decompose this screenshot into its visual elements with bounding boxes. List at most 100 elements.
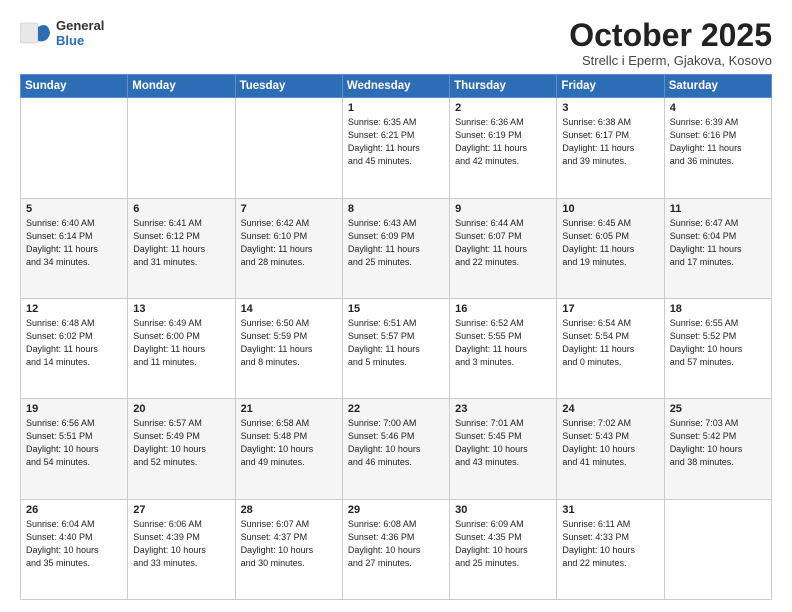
col-sunday: Sunday <box>21 75 128 98</box>
day-info: Sunrise: 6:50 AM Sunset: 5:59 PM Dayligh… <box>241 317 337 369</box>
calendar-cell: 4 Sunrise: 6:39 AM Sunset: 6:16 PM Daylig… <box>664 98 771 198</box>
day-info: Sunrise: 6:44 AM Sunset: 6:07 PM Dayligh… <box>455 217 551 269</box>
day-number: 3 <box>562 102 658 114</box>
calendar-cell: 7Sunrise: 6:42 AM Sunset: 6:10 PM Daylig… <box>235 198 342 298</box>
day-info: Sunrise: 6:38 AM Sunset: 6:17 PM Dayligh… <box>562 116 658 168</box>
calendar-cell: 30 Sunrise: 6:09 AM Sunset: 4:35 PM Dayli… <box>450 499 557 599</box>
day-info: Sunrise: 6:43 AM Sunset: 6:09 PM Dayligh… <box>348 217 444 269</box>
day-info: Sunrise: 6:40 AM Sunset: 6:14 PM Dayligh… <box>26 217 122 269</box>
day-number: 17 <box>562 303 658 315</box>
calendar-cell: 21 Sunrise: 6:58 AM Sunset: 5:48 PM Dayli… <box>235 399 342 499</box>
day-info: Sunrise: 6:11 AM Sunset: 4:33 PM Dayligh… <box>562 518 658 570</box>
calendar-cell: 9 Sunrise: 6:44 AM Sunset: 6:07 PM Daylig… <box>450 198 557 298</box>
calendar-cell: 8 Sunrise: 6:43 AM Sunset: 6:09 PM Daylig… <box>342 198 449 298</box>
calendar-cell: 16 Sunrise: 6:52 AM Sunset: 5:55 PM Dayli… <box>450 298 557 398</box>
day-number: 14 <box>241 303 337 315</box>
day-number: 7 <box>241 203 337 215</box>
day-info: Sunrise: 7:03 AM Sunset: 5:42 PM Dayligh… <box>670 417 766 469</box>
calendar-cell <box>664 499 771 599</box>
calendar-week-2: 5 Sunrise: 6:40 AM Sunset: 6:14 PM Daylig… <box>21 198 772 298</box>
day-number: 30 <box>455 504 551 516</box>
calendar-cell: 2 Sunrise: 6:36 AM Sunset: 6:19 PM Daylig… <box>450 98 557 198</box>
day-info: Sunrise: 6:07 AM Sunset: 4:37 PM Dayligh… <box>241 518 337 570</box>
calendar-cell: 5 Sunrise: 6:40 AM Sunset: 6:14 PM Daylig… <box>21 198 128 298</box>
calendar-cell: 3 Sunrise: 6:38 AM Sunset: 6:17 PM Daylig… <box>557 98 664 198</box>
day-number: 4 <box>670 102 766 114</box>
day-info: Sunrise: 6:55 AM Sunset: 5:52 PM Dayligh… <box>670 317 766 369</box>
day-info: Sunrise: 6:06 AM Sunset: 4:39 PM Dayligh… <box>133 518 229 570</box>
day-number: 21 <box>241 403 337 415</box>
calendar-cell: 19Sunrise: 6:56 AM Sunset: 5:51 PM Dayli… <box>21 399 128 499</box>
day-number: 27 <box>133 504 229 516</box>
day-number: 25 <box>670 403 766 415</box>
calendar-cell: 22 Sunrise: 7:00 AM Sunset: 5:46 PM Dayli… <box>342 399 449 499</box>
day-info: Sunrise: 6:58 AM Sunset: 5:48 PM Dayligh… <box>241 417 337 469</box>
calendar-cell: 20 Sunrise: 6:57 AM Sunset: 5:49 PM Dayli… <box>128 399 235 499</box>
logo-text-blue: Blue <box>56 33 104 48</box>
logo: General Blue <box>20 18 104 48</box>
day-info: Sunrise: 6:56 AM Sunset: 5:51 PM Dayligh… <box>26 417 122 469</box>
calendar-cell <box>21 98 128 198</box>
calendar-cell: 24Sunrise: 7:02 AM Sunset: 5:43 PM Dayli… <box>557 399 664 499</box>
calendar-week-5: 26Sunrise: 6:04 AM Sunset: 4:40 PM Dayli… <box>21 499 772 599</box>
day-info: Sunrise: 6:47 AM Sunset: 6:04 PM Dayligh… <box>670 217 766 269</box>
day-info: Sunrise: 7:02 AM Sunset: 5:43 PM Dayligh… <box>562 417 658 469</box>
calendar-header-row: Sunday Monday Tuesday Wednesday Thursday… <box>21 75 772 98</box>
day-number: 18 <box>670 303 766 315</box>
col-monday: Monday <box>128 75 235 98</box>
calendar-page: General Blue October 2025 Strellc i Eper… <box>0 0 792 612</box>
col-thursday: Thursday <box>450 75 557 98</box>
day-info: Sunrise: 6:36 AM Sunset: 6:19 PM Dayligh… <box>455 116 551 168</box>
calendar-table: Sunday Monday Tuesday Wednesday Thursday… <box>20 74 772 600</box>
day-info: Sunrise: 6:09 AM Sunset: 4:35 PM Dayligh… <box>455 518 551 570</box>
day-info: Sunrise: 6:52 AM Sunset: 5:55 PM Dayligh… <box>455 317 551 369</box>
day-number: 16 <box>455 303 551 315</box>
day-number: 8 <box>348 203 444 215</box>
day-number: 5 <box>26 203 122 215</box>
day-number: 15 <box>348 303 444 315</box>
day-number: 20 <box>133 403 229 415</box>
calendar-cell: 31 Sunrise: 6:11 AM Sunset: 4:33 PM Dayli… <box>557 499 664 599</box>
col-friday: Friday <box>557 75 664 98</box>
calendar-cell: 10 Sunrise: 6:45 AM Sunset: 6:05 PM Dayli… <box>557 198 664 298</box>
calendar-cell: 12Sunrise: 6:48 AM Sunset: 6:02 PM Dayli… <box>21 298 128 398</box>
day-number: 1 <box>348 102 444 114</box>
calendar-week-4: 19Sunrise: 6:56 AM Sunset: 5:51 PM Dayli… <box>21 399 772 499</box>
day-info: Sunrise: 7:00 AM Sunset: 5:46 PM Dayligh… <box>348 417 444 469</box>
day-number: 9 <box>455 203 551 215</box>
title-block: October 2025 Strellc i Eperm, Gjakova, K… <box>569 18 772 68</box>
calendar-cell: 29 Sunrise: 6:08 AM Sunset: 4:36 PM Dayli… <box>342 499 449 599</box>
header: General Blue October 2025 Strellc i Eper… <box>20 18 772 68</box>
day-info: Sunrise: 6:54 AM Sunset: 5:54 PM Dayligh… <box>562 317 658 369</box>
calendar-cell: 15 Sunrise: 6:51 AM Sunset: 5:57 PM Dayli… <box>342 298 449 398</box>
location-subtitle: Strellc i Eperm, Gjakova, Kosovo <box>569 53 772 68</box>
calendar-cell: 18 Sunrise: 6:55 AM Sunset: 5:52 PM Dayli… <box>664 298 771 398</box>
day-info: Sunrise: 6:41 AM Sunset: 6:12 PM Dayligh… <box>133 217 229 269</box>
day-number: 13 <box>133 303 229 315</box>
day-number: 10 <box>562 203 658 215</box>
day-info: Sunrise: 6:51 AM Sunset: 5:57 PM Dayligh… <box>348 317 444 369</box>
day-number: 29 <box>348 504 444 516</box>
calendar-cell: 23Sunrise: 7:01 AM Sunset: 5:45 PM Dayli… <box>450 399 557 499</box>
day-info: Sunrise: 6:57 AM Sunset: 5:49 PM Dayligh… <box>133 417 229 469</box>
day-number: 28 <box>241 504 337 516</box>
calendar-week-1: 1Sunrise: 6:35 AM Sunset: 6:21 PM Daylig… <box>21 98 772 198</box>
calendar-cell <box>235 98 342 198</box>
day-info: Sunrise: 6:08 AM Sunset: 4:36 PM Dayligh… <box>348 518 444 570</box>
day-info: Sunrise: 6:49 AM Sunset: 6:00 PM Dayligh… <box>133 317 229 369</box>
day-info: Sunrise: 6:48 AM Sunset: 6:02 PM Dayligh… <box>26 317 122 369</box>
col-tuesday: Tuesday <box>235 75 342 98</box>
calendar-cell: 28 Sunrise: 6:07 AM Sunset: 4:37 PM Dayli… <box>235 499 342 599</box>
calendar-cell: 14 Sunrise: 6:50 AM Sunset: 5:59 PM Dayli… <box>235 298 342 398</box>
day-number: 22 <box>348 403 444 415</box>
calendar-cell: 26Sunrise: 6:04 AM Sunset: 4:40 PM Dayli… <box>21 499 128 599</box>
calendar-week-3: 12Sunrise: 6:48 AM Sunset: 6:02 PM Dayli… <box>21 298 772 398</box>
day-info: Sunrise: 6:45 AM Sunset: 6:05 PM Dayligh… <box>562 217 658 269</box>
day-number: 11 <box>670 203 766 215</box>
day-number: 6 <box>133 203 229 215</box>
day-number: 23 <box>455 403 551 415</box>
day-number: 31 <box>562 504 658 516</box>
day-info: Sunrise: 6:39 AM Sunset: 6:16 PM Dayligh… <box>670 116 766 168</box>
day-number: 2 <box>455 102 551 114</box>
calendar-cell: 25 Sunrise: 7:03 AM Sunset: 5:42 PM Dayli… <box>664 399 771 499</box>
